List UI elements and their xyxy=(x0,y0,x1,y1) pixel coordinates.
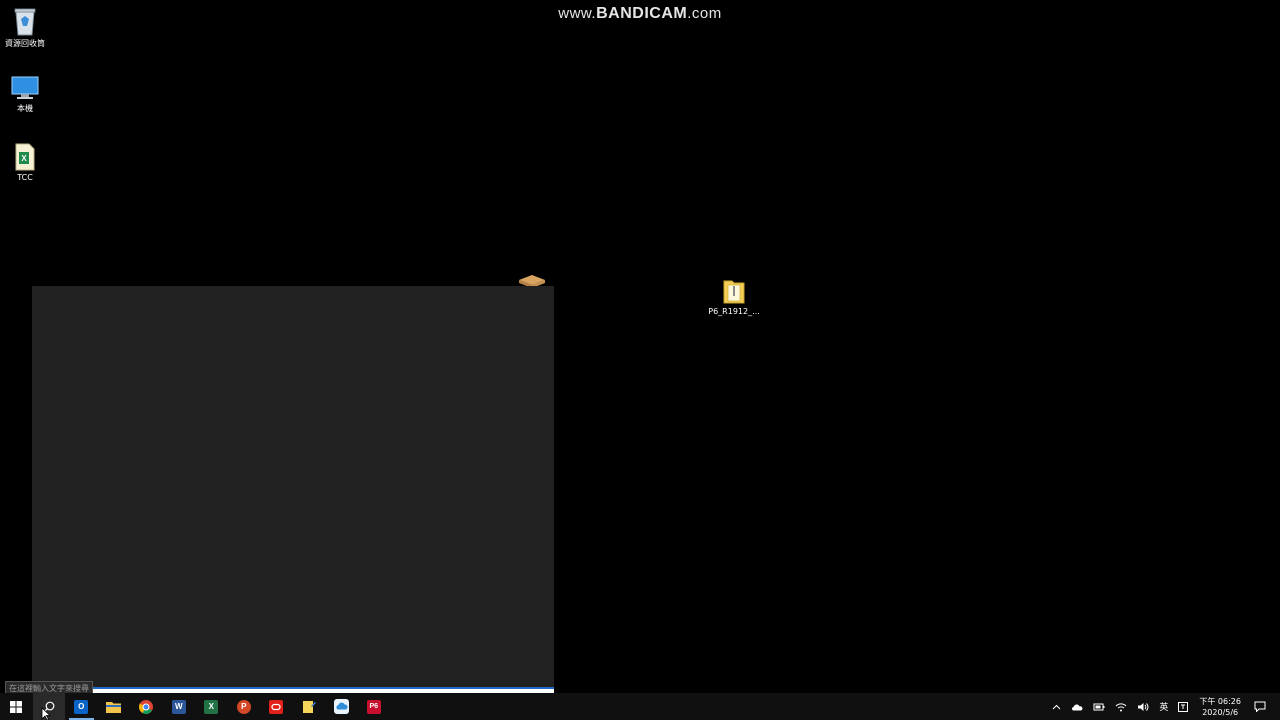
p6-icon: P6 xyxy=(366,699,381,714)
system-tray: 英 下午 06:26 2020/5/6 xyxy=(1047,693,1280,720)
excel-file-icon: X xyxy=(15,143,35,171)
taskbar: O W X P P6 英 下午 06:26 2020/5/6 xyxy=(0,693,1280,720)
recycle-bin-icon xyxy=(14,8,36,36)
desktop-icon-tcc[interactable]: X TCC xyxy=(0,143,55,182)
taskbar-app-powerpoint[interactable]: P xyxy=(228,693,261,720)
windows-start-icon xyxy=(10,700,23,713)
battery-tray-button[interactable] xyxy=(1093,702,1105,711)
desktop-icon-label: 本機 xyxy=(17,104,33,113)
taskbar-app-file-explorer[interactable] xyxy=(98,693,131,720)
desktop-icon-this-pc[interactable]: 本機 xyxy=(0,75,55,114)
desktop-icon-label: TCC xyxy=(17,173,33,182)
network-tray-button[interactable] xyxy=(1115,702,1127,712)
folder-icon xyxy=(106,702,122,713)
wifi-icon xyxy=(1116,702,1127,711)
show-hidden-icons-button[interactable] xyxy=(1052,704,1061,710)
chevron-up-icon xyxy=(1053,704,1061,709)
taskbar-app-outlook[interactable]: O xyxy=(65,693,98,720)
ime-mode-button[interactable] xyxy=(1178,701,1189,712)
onedrive-tray-button[interactable] xyxy=(1071,703,1083,711)
this-pc-icon xyxy=(11,76,39,99)
cloud-icon xyxy=(1072,704,1083,710)
mouse-cursor-icon xyxy=(41,707,51,720)
bandicam-watermark: www.BANDICAM.com xyxy=(558,5,722,22)
word-icon: W xyxy=(171,699,186,714)
clock-date: 2020/5/6 xyxy=(1202,707,1239,717)
taskbar-app-sticky-notes[interactable] xyxy=(293,693,326,720)
ime-icon xyxy=(1178,701,1189,712)
battery-plug-icon xyxy=(1093,703,1105,711)
desktop-icon-label: P6_R1912_... xyxy=(708,307,760,316)
taskbar-app-chrome[interactable] xyxy=(130,693,163,720)
taskbar-app-oracle[interactable] xyxy=(260,693,293,720)
desktop-icon-p6-zip[interactable]: P6_R1912_... xyxy=(704,277,764,316)
taskbar-app-cloud[interactable] xyxy=(325,693,358,720)
cloud-app-icon xyxy=(333,699,349,714)
taskbar-app-excel[interactable]: X xyxy=(195,693,228,720)
volume-tray-button[interactable] xyxy=(1137,702,1149,712)
taskbar-app-word[interactable]: W xyxy=(163,693,196,720)
clock-time: 下午 06:26 xyxy=(1199,696,1241,706)
outlook-icon: O xyxy=(74,699,89,714)
powerpoint-icon: P xyxy=(236,699,251,714)
speaker-icon xyxy=(1138,702,1149,711)
chrome-icon xyxy=(139,699,154,714)
start-button[interactable] xyxy=(0,693,33,720)
taskbar-clock[interactable]: 下午 06:26 2020/5/6 xyxy=(1199,696,1241,718)
desktop-icon-recycle-bin[interactable]: 資源回收筒 xyxy=(0,6,55,49)
desktop-icon-label: 資源回收筒 xyxy=(5,39,45,48)
zip-folder-icon xyxy=(723,280,745,304)
action-center-button[interactable] xyxy=(1254,701,1266,712)
excel-icon: X xyxy=(204,699,219,714)
taskbar-app-primavera-p6[interactable]: P6 xyxy=(358,693,391,720)
note-pen-icon xyxy=(302,700,316,713)
notification-icon xyxy=(1254,701,1266,712)
oracle-icon xyxy=(269,699,284,714)
input-language-button[interactable]: 英 xyxy=(1159,700,1168,713)
svg-text:X: X xyxy=(21,154,27,163)
start-menu-panel xyxy=(32,286,554,693)
